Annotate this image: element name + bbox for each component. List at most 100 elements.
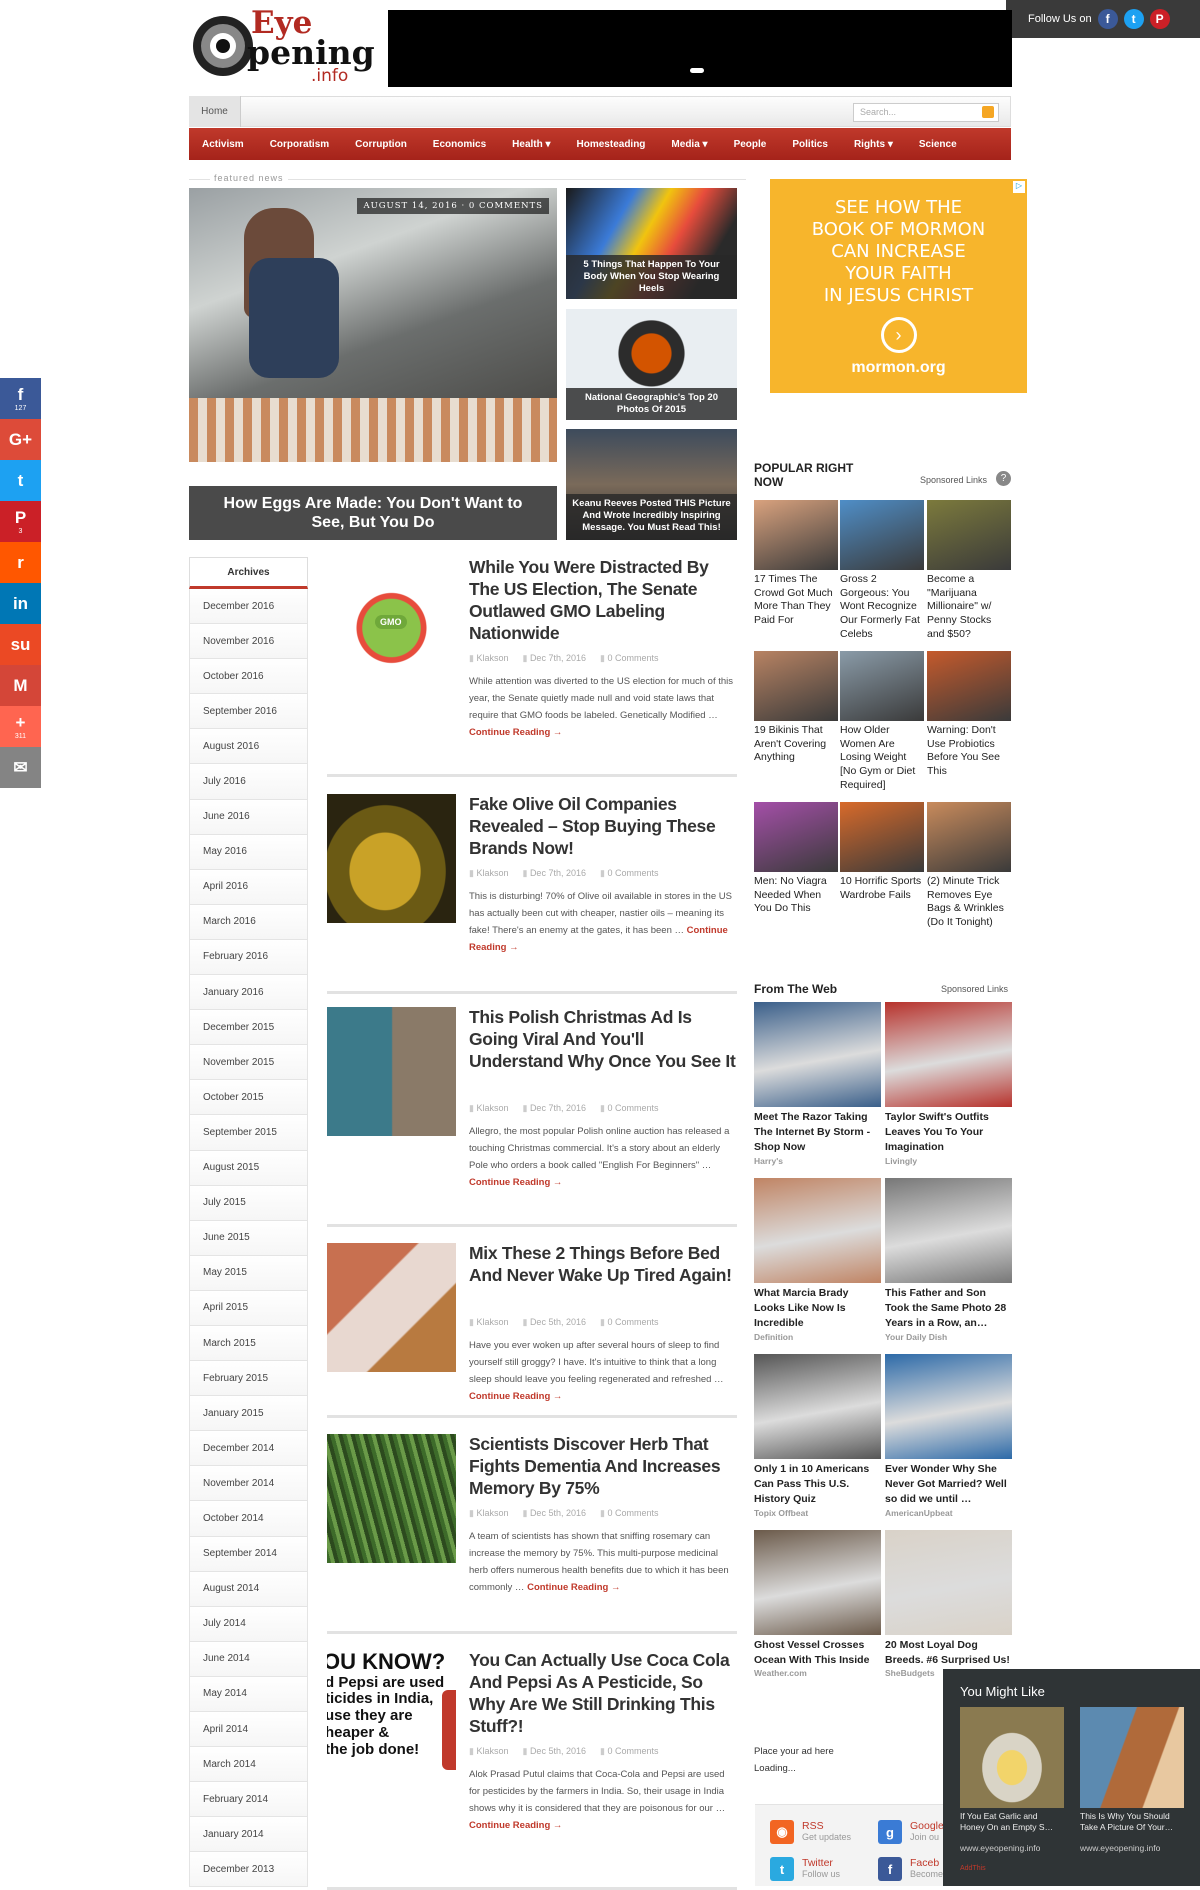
archive-month-link[interactable]: February 2014 bbox=[189, 1782, 308, 1818]
archive-month-link[interactable]: April 2015 bbox=[189, 1290, 308, 1326]
archive-month-link[interactable]: August 2016 bbox=[189, 729, 308, 765]
fromweb-item[interactable]: This Father and Son Took the Same Photo … bbox=[885, 1178, 1012, 1342]
addthis-plus-share-button[interactable]: +311 bbox=[0, 706, 41, 747]
archive-month-link[interactable]: June 2014 bbox=[189, 1641, 308, 1677]
nav-category[interactable]: Corporatism bbox=[270, 139, 329, 150]
featured-main-image[interactable]: AUGUST 14, 2016 · 0 COMMENTS bbox=[189, 188, 557, 462]
email-share-button[interactable]: ✉ bbox=[0, 747, 41, 788]
nav-category[interactable]: Science bbox=[919, 139, 957, 150]
pinterest-share-button[interactable]: P3 bbox=[0, 501, 41, 542]
archive-month-link[interactable]: May 2016 bbox=[189, 834, 308, 870]
continue-reading-link[interactable]: Continue Reading → bbox=[527, 1582, 620, 1593]
archive-month-link[interactable]: August 2014 bbox=[189, 1571, 308, 1607]
archive-month-link[interactable]: January 2014 bbox=[189, 1817, 308, 1853]
you-might-like-item[interactable]: This Is Why You Should Take A Picture Of… bbox=[1080, 1707, 1184, 1853]
google-plus-share-button[interactable]: G+ bbox=[0, 419, 41, 460]
archive-month-link[interactable]: November 2014 bbox=[189, 1466, 308, 1502]
continue-reading-link[interactable]: Continue Reading → bbox=[469, 1820, 562, 1831]
search-input[interactable]: Search... bbox=[853, 103, 999, 122]
fromweb-sponsored-label[interactable]: Sponsored Links bbox=[941, 984, 1008, 994]
fromweb-item[interactable]: Taylor Swift's Outfits Leaves You To You… bbox=[885, 1002, 1012, 1166]
post-title[interactable]: Mix These 2 Things Before Bed And Never … bbox=[469, 1243, 739, 1287]
archive-month-link[interactable]: December 2014 bbox=[189, 1431, 308, 1467]
help-icon[interactable]: ? bbox=[996, 471, 1011, 486]
archive-month-link[interactable]: December 2016 bbox=[189, 589, 308, 625]
archive-month-link[interactable]: July 2014 bbox=[189, 1606, 308, 1642]
stumbleupon-share-button[interactable]: su bbox=[0, 624, 41, 665]
nav-category[interactable]: Media ▾ bbox=[671, 139, 707, 150]
post-comments[interactable]: 0 Comments bbox=[600, 1508, 658, 1519]
social-rss-link[interactable]: ◉ RSS Get updates bbox=[770, 1820, 851, 1844]
popular-item[interactable]: Gross 2 Gorgeous: You Wont Recognize Our… bbox=[840, 500, 924, 641]
archive-month-link[interactable]: March 2015 bbox=[189, 1325, 308, 1362]
social-facebook-link[interactable]: f Faceb Become bbox=[878, 1857, 943, 1881]
twitter-share-button[interactable]: t bbox=[0, 460, 41, 501]
nav-category[interactable]: Politics bbox=[792, 139, 828, 150]
post-author[interactable]: Klakson bbox=[469, 653, 508, 664]
post-thumbnail[interactable] bbox=[327, 1243, 456, 1372]
post-thumbnail[interactable]: OU KNOW? d Pepsi are used ticides in India… bbox=[327, 1650, 456, 1779]
nav-category[interactable]: Economics bbox=[433, 139, 486, 150]
archive-month-link[interactable]: September 2016 bbox=[189, 694, 308, 730]
header-banner-ad[interactable] bbox=[388, 10, 1012, 87]
archive-month-link[interactable]: February 2016 bbox=[189, 939, 308, 976]
archive-month-link[interactable]: June 2016 bbox=[189, 799, 308, 835]
addthis-label[interactable]: AddThis bbox=[960, 1865, 986, 1872]
nav-category[interactable]: Activism bbox=[202, 139, 244, 150]
you-might-like-item[interactable]: If You Eat Garlic and Honey On an Empty … bbox=[960, 1707, 1064, 1853]
fromweb-item[interactable]: Only 1 in 10 Americans Can Pass This U.S… bbox=[754, 1354, 881, 1518]
popular-item[interactable]: How Older Women Are Losing Weight [No Gy… bbox=[840, 651, 924, 792]
mormon-ad[interactable]: ▷ SEE HOW THE BOOK OF MORMON CAN INCREAS… bbox=[770, 179, 1027, 393]
popular-item[interactable]: (2) Minute Trick Removes Eye Bags & Wrin… bbox=[927, 802, 1011, 930]
post-author[interactable]: Klakson bbox=[469, 1317, 508, 1328]
post-comments[interactable]: 0 Comments bbox=[600, 653, 658, 664]
post-comments[interactable]: 0 Comments bbox=[600, 1103, 658, 1114]
post-author[interactable]: Klakson bbox=[469, 1508, 508, 1519]
pinterest-icon[interactable]: P bbox=[1149, 9, 1170, 29]
fromweb-item[interactable]: Ever Wonder Why She Never Got Married? W… bbox=[885, 1354, 1012, 1518]
archive-month-link[interactable]: June 2015 bbox=[189, 1220, 308, 1256]
popular-item[interactable]: Men: No Viagra Needed When You Do This bbox=[754, 802, 838, 916]
post-thumbnail[interactable] bbox=[327, 1007, 456, 1136]
archive-month-link[interactable]: April 2016 bbox=[189, 869, 308, 905]
adchoices-icon[interactable]: ▷ bbox=[1013, 181, 1025, 193]
nav-category[interactable]: Health ▾ bbox=[512, 139, 550, 150]
post-thumbnail[interactable] bbox=[327, 794, 456, 923]
continue-reading-link[interactable]: Continue Reading → bbox=[469, 727, 562, 738]
post-author[interactable]: Klakson bbox=[469, 1746, 508, 1757]
site-logo[interactable]: Eye pening .info bbox=[189, 8, 379, 88]
continue-reading-link[interactable]: Continue Reading → bbox=[469, 1391, 562, 1402]
post-comments[interactable]: 0 Comments bbox=[600, 1317, 658, 1328]
featured-main-title[interactable]: How Eggs Are Made: You Don't Want to See… bbox=[189, 486, 557, 540]
archive-month-link[interactable]: July 2016 bbox=[189, 764, 308, 800]
facebook-icon[interactable]: f bbox=[1097, 9, 1118, 29]
nav-category[interactable]: People bbox=[734, 139, 767, 150]
continue-reading-link[interactable]: Continue Reading → bbox=[469, 1177, 562, 1188]
post-comments[interactable]: 0 Comments bbox=[600, 1746, 658, 1757]
post-title[interactable]: While You Were Distracted By The US Elec… bbox=[469, 557, 739, 645]
fromweb-item[interactable]: 20 Most Loyal Dog Breeds. #6 Surprised U… bbox=[885, 1530, 1012, 1678]
featured-side-item-1[interactable]: 5 Things That Happen To Your Body When Y… bbox=[566, 188, 737, 299]
facebook-share-button[interactable]: f 127 bbox=[0, 378, 41, 419]
popular-item[interactable]: Become a "Marijuana Millionaire" w/ Penn… bbox=[927, 500, 1011, 641]
archive-month-link[interactable]: October 2016 bbox=[189, 659, 308, 695]
archive-month-link[interactable]: August 2015 bbox=[189, 1150, 308, 1186]
post-author[interactable]: Klakson bbox=[469, 1103, 508, 1114]
twitter-icon[interactable]: t bbox=[1123, 9, 1144, 29]
popular-item[interactable]: 17 Times The Crowd Got Much More Than Th… bbox=[754, 500, 838, 628]
post-comments[interactable]: 0 Comments bbox=[600, 868, 658, 879]
archive-month-link[interactable]: April 2014 bbox=[189, 1712, 308, 1748]
nav-category[interactable]: Homesteading bbox=[577, 139, 646, 150]
archive-month-link[interactable]: November 2015 bbox=[189, 1045, 308, 1081]
archive-month-link[interactable]: March 2014 bbox=[189, 1747, 308, 1783]
post-title[interactable]: Fake Olive Oil Companies Revealed – Stop… bbox=[469, 794, 739, 860]
nav-category[interactable]: Rights ▾ bbox=[854, 139, 893, 150]
archive-month-link[interactable]: May 2015 bbox=[189, 1255, 308, 1291]
featured-side-item-3[interactable]: Keanu Reeves Posted THIS Picture And Wro… bbox=[566, 429, 737, 540]
linkedin-share-button[interactable]: in bbox=[0, 583, 41, 624]
post-author[interactable]: Klakson bbox=[469, 868, 508, 879]
popular-item[interactable]: Warning: Don't Use Probiotics Before You… bbox=[927, 651, 1011, 779]
archive-month-link[interactable]: October 2015 bbox=[189, 1080, 308, 1116]
fromweb-item[interactable]: Ghost Vessel Crosses Ocean With This Ins… bbox=[754, 1530, 881, 1678]
post-thumbnail[interactable] bbox=[327, 1434, 456, 1563]
